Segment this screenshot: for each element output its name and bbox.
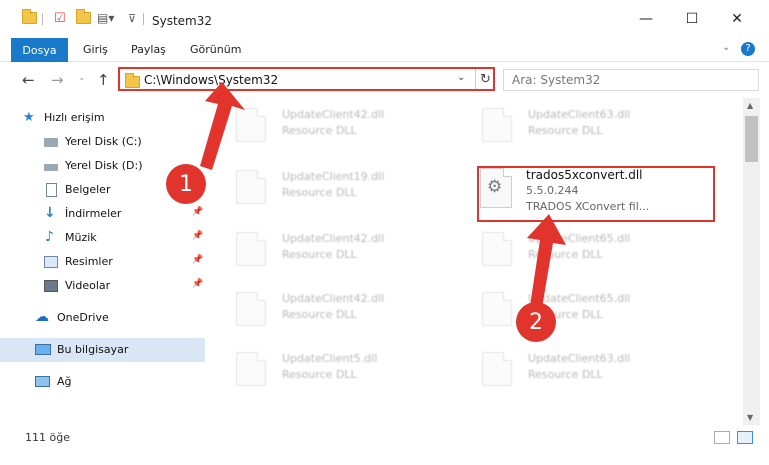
sidebar-item-quick-access[interactable]: ★ Hızlı erişim	[0, 106, 205, 130]
title-divider	[143, 13, 144, 25]
sidebar-item-downloads[interactable]: ↓ İndirmeler 📌	[0, 202, 205, 226]
forward-icon[interactable]: →	[51, 71, 64, 89]
window-title: System32	[152, 14, 213, 28]
address-path: C:\Windows\System32	[144, 73, 279, 87]
tab-view[interactable]: Görünüm	[190, 43, 241, 56]
view-options-icon[interactable]: ▤▾	[97, 11, 114, 25]
vertical-scrollbar[interactable]: ▲ ▼	[743, 98, 760, 425]
dll-file-icon	[236, 170, 266, 204]
music-icon: ♪	[45, 229, 54, 245]
customize-toolbar-icon[interactable]: ⊽	[128, 12, 136, 25]
refresh-icon[interactable]: ↻	[475, 69, 495, 89]
documents-icon	[46, 183, 57, 197]
navigation-pane: ★ Hızlı erişim Yerel Disk (C:) Yerel Dis…	[0, 98, 208, 425]
file-item[interactable]: UpdateClient65.dll Resource DLL	[470, 224, 690, 274]
videos-icon	[44, 280, 58, 292]
star-icon: ★	[23, 110, 35, 125]
search-placeholder: Ara: System32	[512, 73, 601, 87]
navigation-bar: ← → ⌄ ↑ C:\Windows\System32 ⌄ ↻ Ara: Sys…	[0, 62, 769, 98]
dll-file-icon	[236, 108, 266, 142]
pin-icon[interactable]: 📌	[192, 231, 203, 241]
file-list: UpdateClient42.dll Resource DLL UpdateCl…	[210, 98, 743, 425]
recent-locations-icon[interactable]: ⌄	[78, 73, 86, 83]
pin-icon[interactable]: 📌	[192, 207, 203, 217]
file-item[interactable]: UpdateClient63.dll Resource DLL	[470, 344, 690, 394]
scroll-down-icon[interactable]: ▼	[747, 413, 753, 422]
search-input[interactable]: Ara: System32	[503, 69, 759, 91]
dll-file-icon	[236, 232, 266, 266]
up-icon[interactable]: ↑	[97, 71, 110, 89]
close-button[interactable]: ✕	[714, 0, 760, 38]
sidebar-item-pictures[interactable]: Resimler 📌	[0, 250, 205, 274]
file-item[interactable]: UpdateClient63.dll Resource DLL	[470, 100, 690, 150]
ribbon-tabs: Dosya Giriş Paylaş Görünüm ⌄ ?	[0, 38, 769, 62]
scroll-up-icon[interactable]: ▲	[747, 101, 753, 110]
large-icons-view-icon[interactable]	[737, 431, 753, 444]
details-view-icon[interactable]	[714, 431, 730, 444]
scrollbar-thumb[interactable]	[745, 116, 758, 162]
back-icon[interactable]: ←	[22, 71, 35, 89]
tab-home[interactable]: Giriş	[83, 43, 108, 56]
tab-file[interactable]: Dosya	[11, 38, 68, 62]
new-folder-icon[interactable]	[76, 9, 91, 24]
file-item[interactable]: UpdateClient19.dll Resource DLL	[224, 162, 444, 212]
network-icon	[35, 376, 50, 387]
file-item[interactable]: UpdateClient5.dll Resource DLL	[224, 344, 444, 394]
folder-icon	[22, 9, 37, 24]
pictures-icon	[44, 256, 58, 268]
dll-file-icon	[482, 232, 512, 266]
download-icon: ↓	[44, 205, 56, 221]
address-folder-icon	[125, 73, 140, 88]
address-bar[interactable]: C:\Windows\System32 ⌄ ↻	[118, 67, 495, 91]
pin-icon[interactable]: 📌	[192, 255, 203, 265]
step-badge-1: 1	[166, 164, 206, 204]
cloud-icon: ☁	[35, 309, 49, 325]
help-icon[interactable]: ?	[741, 42, 755, 56]
file-item[interactable]: UpdateClient42.dll Resource DLL	[224, 224, 444, 274]
tab-share[interactable]: Paylaş	[131, 43, 166, 56]
dll-file-icon	[482, 108, 512, 142]
step-badge-2: 2	[516, 302, 556, 342]
file-item[interactable]: UpdateClient42.dll Resource DLL	[224, 100, 444, 150]
highlight-box-file	[477, 166, 715, 222]
minimize-button[interactable]: —	[623, 0, 669, 38]
sidebar-item-local-disk-c[interactable]: Yerel Disk (C:)	[0, 130, 205, 154]
drive-icon	[44, 164, 58, 171]
chevron-down-icon[interactable]: ⌄	[457, 72, 465, 83]
dll-file-icon	[482, 292, 512, 326]
dll-file-icon	[236, 292, 266, 326]
expand-ribbon-icon[interactable]: ⌄	[722, 42, 730, 53]
status-bar: 111 öğe	[0, 425, 769, 465]
pin-icon[interactable]: 📌	[192, 279, 203, 289]
item-count: 111 öğe	[25, 431, 70, 444]
sidebar-item-onedrive[interactable]: ☁ OneDrive	[0, 306, 205, 330]
maximize-button[interactable]: ☐	[669, 0, 715, 38]
file-item[interactable]: UpdateClient42.dll Resource DLL	[224, 284, 444, 334]
dll-file-icon	[236, 352, 266, 386]
sidebar-item-network[interactable]: Ağ	[0, 370, 205, 394]
sidebar-item-this-pc[interactable]: Bu bilgisayar	[0, 338, 205, 362]
dll-file-icon	[482, 352, 512, 386]
file-item[interactable]: UpdateClient65.dll Resource DLL	[470, 284, 690, 334]
title-bar: ☑ ▤▾ ⊽ System32 — ☐ ✕	[0, 0, 769, 38]
properties-icon[interactable]: ☑	[54, 11, 66, 26]
computer-icon	[35, 344, 51, 355]
sidebar-item-music[interactable]: ♪ Müzik 📌	[0, 226, 205, 250]
sidebar-item-videos[interactable]: Videolar 📌	[0, 274, 205, 298]
drive-icon	[44, 138, 58, 147]
toolbar-divider	[42, 13, 43, 25]
